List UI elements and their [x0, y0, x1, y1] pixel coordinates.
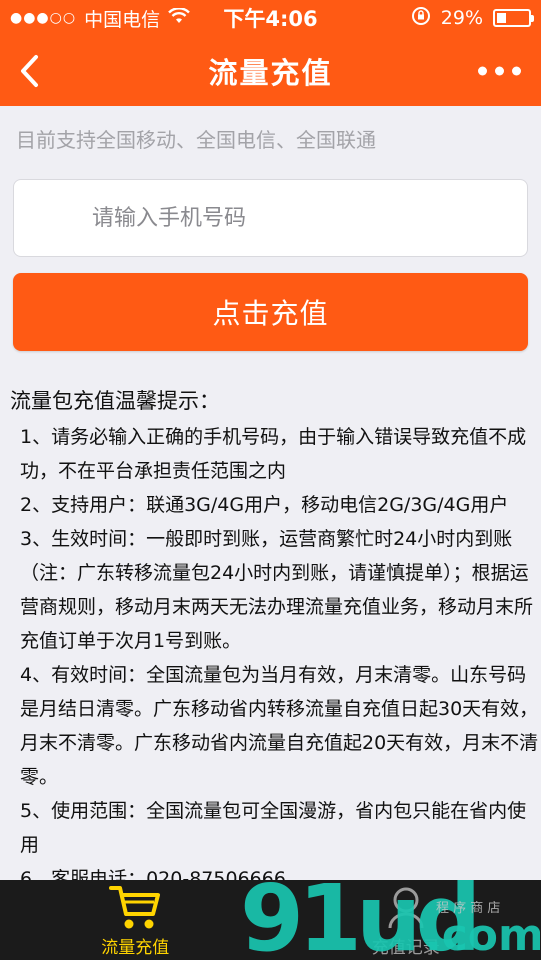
- tip-item: 5、使用范围：全国流量包可全国漫游，省内包只能在省内使用: [20, 800, 527, 856]
- cart-icon: [107, 880, 163, 933]
- tip-item: 3、生效时间：一般即时到账，运营商繁忙时24小时内到账（注：广东转移流量包24小…: [20, 528, 534, 652]
- supported-carriers-text: 目前支持全国移动、全国电信、全国联通: [16, 128, 376, 152]
- status-right: 29%: [411, 6, 534, 31]
- wifi-icon: [168, 7, 190, 29]
- carrier-name: 中国电信: [84, 8, 161, 31]
- status-bar: ●●●○○ 中国电信 下午4:06 29%: [0, 0, 541, 36]
- tab-label: 充值记录: [371, 938, 440, 958]
- more-button[interactable]: [478, 66, 521, 76]
- tip-item: 2、支持用户：联通3G/4G用户，移动电信2G/3G/4G用户: [20, 494, 509, 516]
- page-title: 流量充值: [208, 56, 333, 90]
- recharge-tips: 流量包充值温馨提示： 1、请务必输入正确的手机号码，由于输入错误导致充值不成功，…: [10, 384, 540, 896]
- signal-strength-icon: ●●●○○: [10, 10, 77, 26]
- tab-data-recharge[interactable]: 流量充值: [0, 880, 271, 960]
- back-button[interactable]: [14, 51, 44, 91]
- more-dot-icon: [495, 66, 504, 76]
- tab-recharge-records[interactable]: 充值记录: [271, 880, 541, 960]
- chevron-left-icon: [21, 55, 38, 87]
- tab-label: 流量充值: [101, 938, 170, 958]
- record-icon: [378, 880, 434, 933]
- battery-percent: 29%: [440, 7, 483, 29]
- tip-item: 1、请务必输入正确的手机号码，由于输入错误导致充值不成功，不在平台承担责任范围之…: [20, 426, 527, 482]
- tab-bar: 流量充值 充值记录: [0, 880, 541, 960]
- battery-icon: [493, 9, 534, 27]
- tips-title: 流量包充值温馨提示：: [10, 389, 220, 413]
- orientation-lock-icon: [411, 6, 431, 31]
- battery-fill: [497, 13, 506, 23]
- phone-number-input[interactable]: [13, 179, 528, 257]
- tip-item: 4、有效时间：全国流量包为当月有效，月末清零。山东号码是月结日清零。广东移动省内…: [20, 664, 539, 788]
- status-left: ●●●○○ 中国电信: [10, 5, 190, 32]
- more-dot-icon: [478, 66, 487, 76]
- nav-bar: 流量充值: [0, 36, 541, 106]
- recharge-button[interactable]: 点击充值: [13, 273, 528, 351]
- more-dot-icon: [512, 66, 521, 76]
